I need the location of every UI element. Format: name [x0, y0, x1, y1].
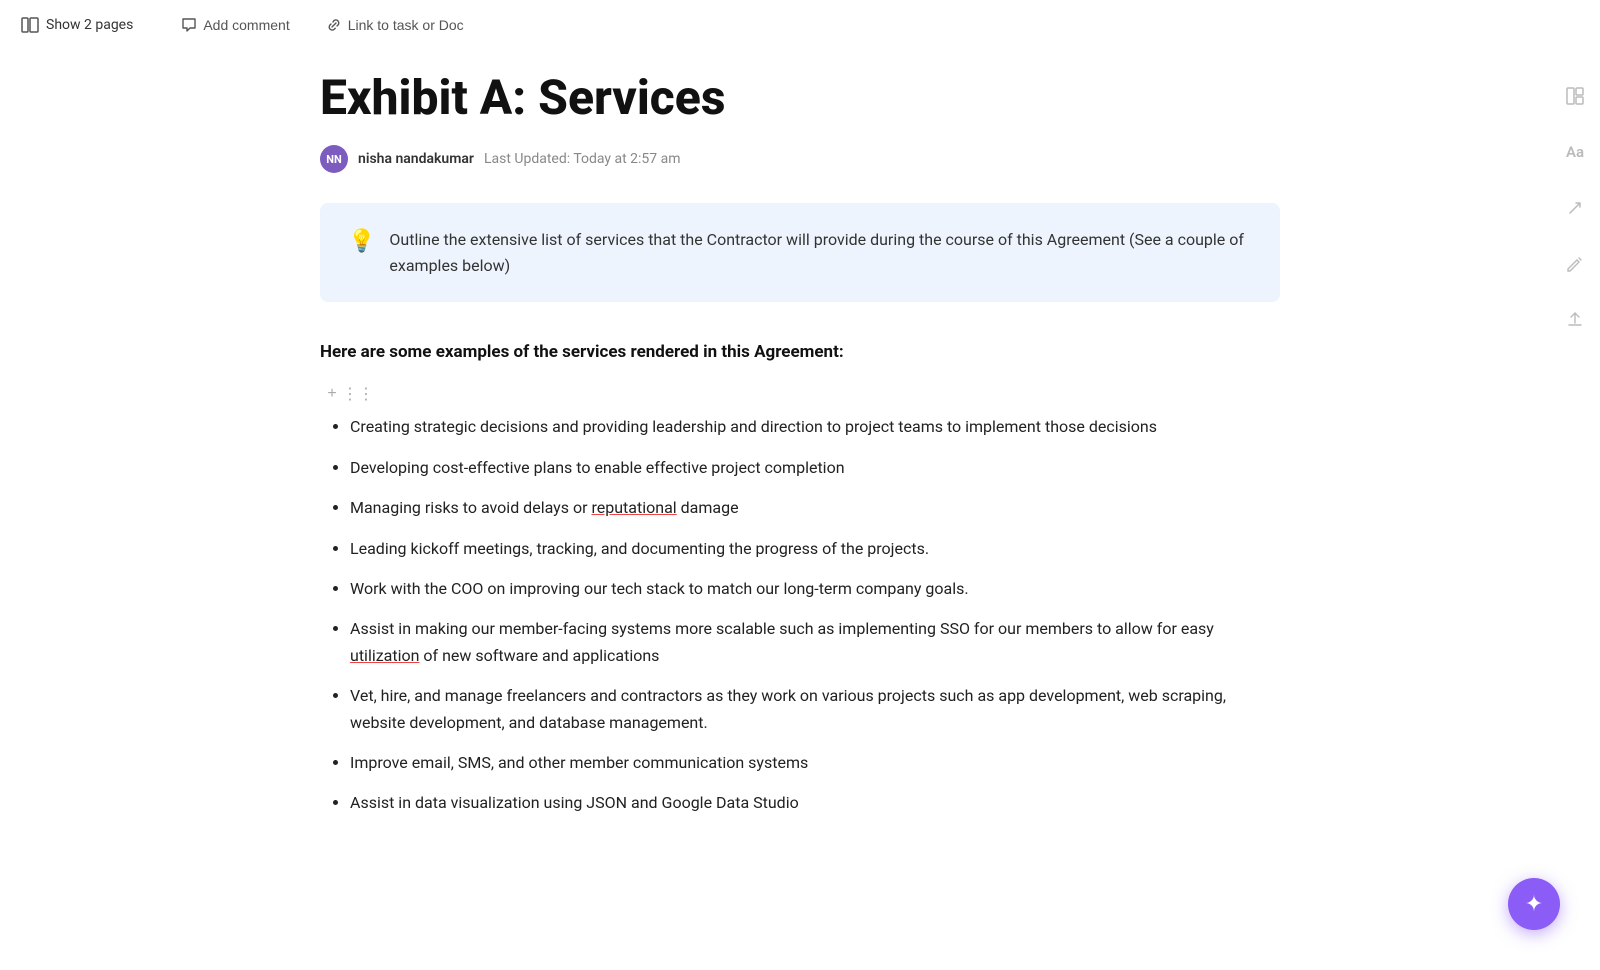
show-pages-label: Show 2 pages	[46, 17, 133, 33]
toolbar-actions: Add comment Link to task or Doc	[173, 13, 471, 37]
list-item: Assist in making our member-facing syste…	[350, 616, 1280, 669]
list-item: Assist in data visualization using JSON …	[350, 790, 1280, 816]
list-item: Developing cost-effective plans to enabl…	[350, 455, 1280, 481]
callout-text: Outline the extensive list of services t…	[389, 227, 1252, 278]
callout-icon: 💡	[348, 229, 375, 254]
magic-edit-icon[interactable]	[1559, 248, 1591, 280]
author-row: NN nisha nandakumar Last Updated: Today …	[320, 145, 1280, 173]
add-comment-label: Add comment	[203, 17, 289, 33]
underline-utilization: utilization	[350, 646, 419, 665]
drag-block-button[interactable]: ⋮⋮	[346, 382, 370, 406]
right-sidebar: Aa	[1550, 60, 1600, 336]
callout-box: 💡 Outline the extensive list of services…	[320, 203, 1280, 302]
author-name: nisha nandakumar	[358, 151, 474, 167]
document-title: Exhibit A: Services	[320, 70, 1280, 125]
last-updated: Last Updated: Today at 2:57 am	[484, 151, 681, 167]
font-size-icon[interactable]: Aa	[1559, 136, 1591, 168]
list-item: Creating strategic decisions and providi…	[350, 414, 1280, 440]
share-icon[interactable]	[1559, 192, 1591, 224]
link-label: Link to task or Doc	[348, 17, 464, 33]
show-pages-button[interactable]: Show 2 pages	[20, 17, 133, 33]
services-list: Creating strategic decisions and providi…	[320, 414, 1280, 816]
link-button[interactable]: Link to task or Doc	[318, 13, 472, 37]
font-aa-label: Aa	[1566, 143, 1584, 161]
add-comment-button[interactable]: Add comment	[173, 13, 297, 37]
list-item: Improve email, SMS, and other member com…	[350, 750, 1280, 776]
export-icon[interactable]	[1559, 304, 1591, 336]
fab-icon: ✦	[1525, 891, 1543, 917]
section-heading: Here are some examples of the services r…	[320, 342, 1280, 362]
list-item: Leading kickoff meetings, tracking, and …	[350, 536, 1280, 562]
avatar: NN	[320, 145, 348, 173]
underline-reputational: reputational	[591, 498, 676, 517]
pages-icon	[20, 17, 40, 33]
ai-fab-button[interactable]: ✦	[1508, 878, 1560, 930]
list-item: Work with the COO on improving our tech …	[350, 576, 1280, 602]
add-block-button[interactable]: +	[320, 382, 344, 406]
list-item: Vet, hire, and manage freelancers and co…	[350, 683, 1280, 736]
toolbar: Show 2 pages Add comment Link to task or…	[0, 0, 1600, 50]
main-content: Exhibit A: Services NN nisha nandakumar …	[200, 50, 1400, 857]
list-item: Managing risks to avoid delays or reputa…	[350, 495, 1280, 521]
layout-icon[interactable]	[1559, 80, 1591, 112]
